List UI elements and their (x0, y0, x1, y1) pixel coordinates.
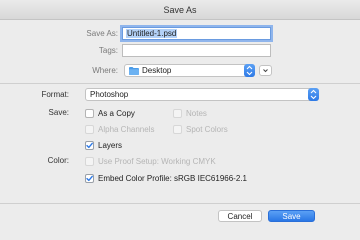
alpha-channels-label: Alpha Channels (98, 125, 155, 134)
format-popup[interactable]: Photoshop (85, 88, 319, 101)
embed-color-profile-label: Embed Color Profile: sRGB IEC61966-2.1 (98, 174, 247, 183)
where-popup[interactable]: Desktop (124, 64, 255, 77)
save-as-label: Save As: (86, 29, 118, 38)
notes-label: Notes (186, 109, 207, 118)
as-a-copy-box[interactable] (85, 109, 94, 118)
checkmark-icon (86, 175, 93, 182)
tags-field[interactable] (122, 44, 271, 57)
tags-label: Tags: (98, 46, 118, 55)
chevron-down-icon (263, 69, 268, 73)
embed-color-profile-box[interactable] (85, 174, 94, 183)
cancel-button[interactable]: Cancel (218, 210, 262, 222)
alpha-channels-box[interactable] (85, 125, 94, 134)
format-value: Photoshop (90, 90, 129, 99)
save-as-field[interactable]: Untitled-1.psd (122, 27, 271, 40)
save-as-value: Untitled-1.psd (126, 29, 178, 38)
color-label: Color: (47, 156, 69, 165)
save-button[interactable]: Save (268, 210, 315, 222)
layers-box[interactable] (85, 141, 94, 150)
spot-colors-label: Spot Colors (186, 125, 228, 134)
folder-icon (129, 67, 139, 75)
layers-label: Layers (98, 141, 123, 150)
where-label: Where: (92, 66, 118, 75)
checkmark-icon (86, 142, 93, 149)
notes-box[interactable] (173, 109, 182, 118)
save-options-label: Save: (48, 108, 69, 117)
as-a-copy-label: As a Copy (98, 109, 135, 118)
use-proof-setup-label: Use Proof Setup: Working CMYK (98, 157, 216, 166)
expand-button[interactable] (259, 65, 272, 76)
dialog-footer: Cancel Save (0, 203, 360, 240)
use-proof-setup-box[interactable] (85, 157, 94, 166)
save-options: Format: Photoshop Save: As a Copy Notes … (0, 84, 360, 204)
window-title: Save As (0, 0, 360, 20)
where-value: Desktop (142, 66, 172, 75)
format-label: Format: (41, 90, 69, 99)
spot-colors-box[interactable] (173, 125, 182, 134)
file-section: Save As: Untitled-1.psd Tags: Where: Des… (0, 21, 360, 83)
where-stepper-icon (244, 64, 255, 77)
format-stepper-icon (308, 88, 319, 101)
save-as-dialog: Save As Save As: Untitled-1.psd Tags: Wh… (0, 0, 360, 240)
